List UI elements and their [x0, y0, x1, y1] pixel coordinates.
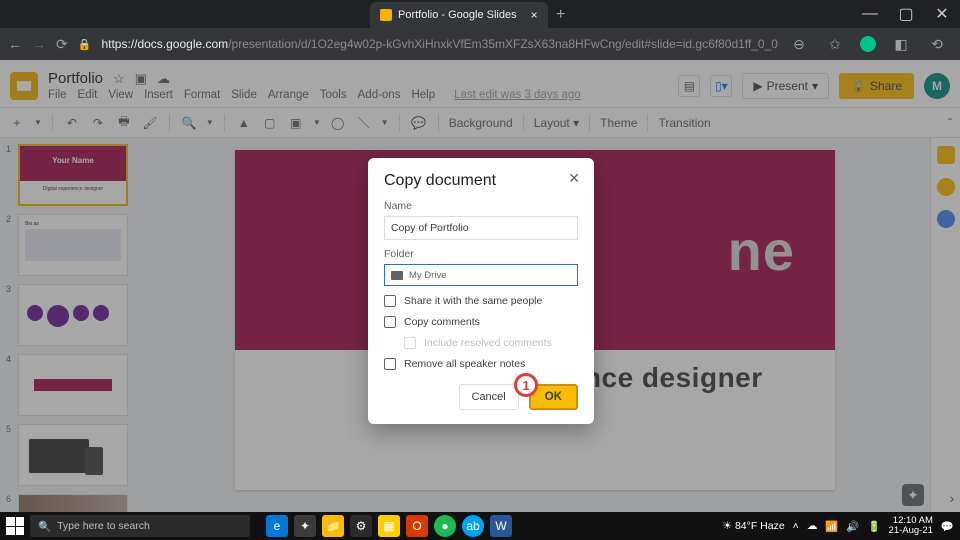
- share-same-checkbox[interactable]: Share it with the same people: [384, 295, 578, 307]
- windows-taskbar: 🔍 Type here to search e ✦ 📁 ⚙ ▦ O ● ab W…: [0, 512, 960, 540]
- cancel-button[interactable]: Cancel: [459, 384, 519, 410]
- include-resolved-checkbox: Include resolved comments: [404, 337, 578, 349]
- clock-date: 21-Aug-21: [889, 526, 933, 536]
- browser-tab[interactable]: Portfolio - Google Slides ×: [370, 2, 548, 28]
- taskbar-clock[interactable]: 12:10 AM 21-Aug-21: [889, 516, 933, 536]
- checkbox-icon: [404, 337, 416, 349]
- office-icon[interactable]: O: [406, 515, 428, 537]
- taskbar-search[interactable]: 🔍 Type here to search: [30, 515, 250, 537]
- extensions-icon[interactable]: ◧: [890, 36, 912, 53]
- notifications-icon[interactable]: 💬: [941, 520, 954, 533]
- nav-forward-icon[interactable]: →: [32, 36, 46, 52]
- window-close-icon[interactable]: ✕: [924, 0, 960, 28]
- lock-icon[interactable]: 🔒: [78, 38, 92, 51]
- weather-widget[interactable]: ☀ 84°F Haze: [723, 520, 785, 532]
- word-icon[interactable]: W: [490, 515, 512, 537]
- system-tray: ☀ 84°F Haze ˄ ☁ 📶 🔊 🔋 12:10 AM 21-Aug-21…: [723, 516, 954, 536]
- window-controls: — ▢ ✕: [852, 0, 960, 28]
- search-icon: 🔍: [38, 520, 51, 533]
- checkbox-icon: [384, 295, 396, 307]
- remove-notes-checkbox[interactable]: Remove all speaker notes: [384, 358, 578, 370]
- url-text[interactable]: https://docs.google.com/presentation/d/1…: [101, 37, 778, 51]
- wifi-icon[interactable]: 📶: [825, 520, 838, 533]
- spotify-icon[interactable]: ●: [434, 515, 456, 537]
- name-input[interactable]: [384, 216, 578, 240]
- copy-document-dialog: Copy document ✕ Name Folder My Drive Sha…: [368, 158, 594, 424]
- explorer-icon[interactable]: 📁: [322, 515, 344, 537]
- search-placeholder: Type here to search: [57, 520, 150, 532]
- dialog-close-icon[interactable]: ✕: [568, 170, 580, 187]
- folder-picker[interactable]: My Drive: [384, 264, 578, 286]
- url-host: https://docs.google.com: [101, 37, 228, 51]
- favorite-icon[interactable]: ✩: [824, 36, 846, 53]
- browser-titlebar: Portfolio - Google Slides × + — ▢ ✕: [0, 0, 960, 28]
- copy-comments-label: Copy comments: [404, 316, 480, 328]
- start-button[interactable]: [6, 517, 24, 535]
- tray-chevron-icon[interactable]: ˄: [793, 520, 799, 532]
- zoom-icon[interactable]: ⊖: [788, 36, 810, 53]
- nav-reload-icon[interactable]: ⟳: [56, 36, 68, 53]
- folder-value: My Drive: [409, 270, 446, 281]
- settings-icon[interactable]: ⚙: [350, 515, 372, 537]
- nav-back-icon[interactable]: ←: [8, 36, 22, 52]
- app-viewport: Portfolio ☆ ▣ ☁ File Edit View Insert Fo…: [0, 60, 960, 512]
- share-same-label: Share it with the same people: [404, 295, 542, 307]
- remove-notes-label: Remove all speaker notes: [404, 358, 525, 370]
- edge-icon[interactable]: e: [266, 515, 288, 537]
- window-minimize-icon[interactable]: —: [852, 0, 888, 28]
- checkbox-icon: [384, 358, 396, 370]
- tab-close-icon[interactable]: ×: [531, 8, 538, 22]
- tab-title: Portfolio - Google Slides: [398, 9, 517, 21]
- folder-icon: [391, 271, 403, 280]
- checkbox-icon: [384, 316, 396, 328]
- battery-icon[interactable]: 🔋: [867, 520, 880, 533]
- include-resolved-label: Include resolved comments: [424, 337, 552, 349]
- new-tab-button[interactable]: +: [548, 2, 574, 28]
- volume-icon[interactable]: 🔊: [846, 520, 859, 533]
- extension-icon[interactable]: [860, 36, 876, 52]
- cloud-sync-icon[interactable]: ☁: [807, 520, 818, 532]
- pinned-apps: e ✦ 📁 ⚙ ▦ O ● ab W: [266, 515, 512, 537]
- folder-label: Folder: [384, 248, 578, 260]
- app-icon[interactable]: ab: [462, 515, 484, 537]
- app-icon[interactable]: ▦: [378, 515, 400, 537]
- dialog-title: Copy document: [384, 172, 578, 190]
- app-icon[interactable]: ✦: [294, 515, 316, 537]
- copy-comments-checkbox[interactable]: Copy comments: [384, 316, 578, 328]
- name-label: Name: [384, 200, 578, 212]
- window-maximize-icon[interactable]: ▢: [888, 0, 924, 28]
- sync-icon[interactable]: ⟲: [926, 36, 948, 53]
- url-path: /presentation/d/1O2eg4w02p-kGvhXiHnxkVfE…: [228, 37, 778, 51]
- slides-favicon: [380, 9, 392, 21]
- annotation-badge: 1: [514, 373, 538, 397]
- address-bar: ← → ⟳ 🔒 https://docs.google.com/presenta…: [0, 28, 960, 60]
